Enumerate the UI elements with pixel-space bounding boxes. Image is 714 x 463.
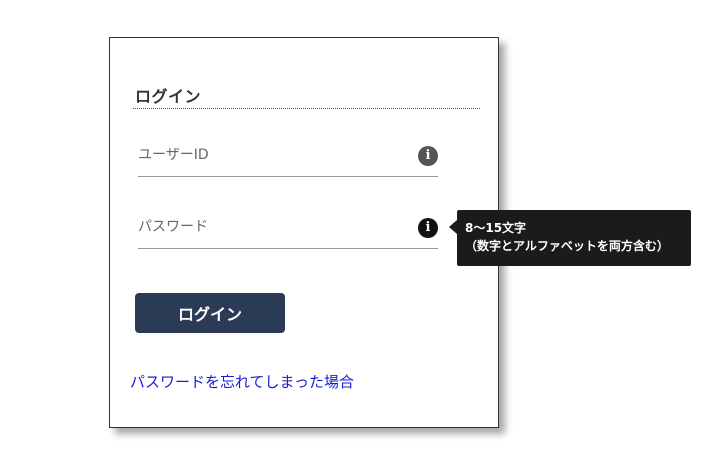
- tooltip-line-length: 8～15文字: [465, 221, 527, 235]
- login-button[interactable]: ログイン: [135, 293, 285, 333]
- password-input[interactable]: [138, 216, 398, 238]
- forgot-password-link[interactable]: パスワードを忘れてしまった場合: [130, 371, 354, 392]
- username-field: i: [138, 138, 438, 177]
- password-field: i: [138, 210, 438, 249]
- username-input[interactable]: [138, 144, 398, 166]
- password-hint-tooltip: 8～15文字 （数字とアルファベットを両方含む）: [449, 210, 691, 266]
- page: ログイン i i ログイン パスワードを忘れてしまった場合 8～15文字 （数字…: [0, 0, 714, 463]
- login-title: ログイン: [135, 87, 202, 106]
- title-divider: [133, 108, 480, 109]
- username-info-icon[interactable]: i: [418, 146, 438, 166]
- tooltip-line-composition: （数字とアルファベットを両方含む）: [465, 239, 669, 253]
- password-info-icon[interactable]: i: [418, 218, 438, 238]
- login-card: ログイン i i ログイン パスワードを忘れてしまった場合: [109, 37, 499, 428]
